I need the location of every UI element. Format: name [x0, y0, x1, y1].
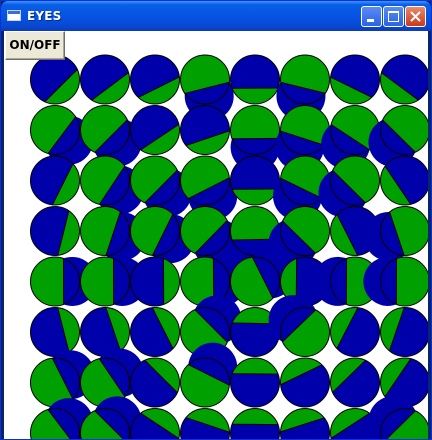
minimize-icon [367, 19, 374, 22]
eye [380, 307, 428, 357]
eye [130, 307, 180, 357]
eye [230, 155, 280, 206]
window-title: EYES [27, 9, 62, 23]
eye [363, 256, 428, 307]
eye [330, 307, 380, 357]
on-off-button[interactable]: ON/OFF [5, 31, 65, 60]
eye [330, 357, 380, 408]
eyes-canvas-area[interactable]: ON/OFF [4, 31, 428, 439]
eye [130, 54, 180, 105]
eye [280, 357, 330, 408]
eye [230, 408, 280, 439]
eye [180, 342, 238, 408]
eyes-grid [30, 54, 428, 439]
app-window: EYES ON/OFF [0, 0, 432, 440]
eye [130, 357, 180, 408]
title-bar[interactable]: EYES [1, 1, 431, 31]
close-icon [410, 11, 421, 22]
eye [330, 54, 380, 105]
eye [230, 54, 280, 105]
eye [30, 54, 80, 105]
eye [180, 105, 230, 155]
eye [130, 105, 180, 155]
eye [30, 206, 80, 256]
maximize-icon [388, 11, 399, 22]
eye [130, 256, 180, 307]
eye [280, 408, 330, 439]
eye [180, 408, 230, 439]
eye [30, 307, 80, 357]
minimize-button[interactable] [361, 6, 382, 27]
close-button[interactable] [405, 6, 426, 27]
eye [80, 54, 130, 105]
eye [380, 155, 428, 206]
eye [268, 295, 330, 357]
maximize-button[interactable] [383, 6, 404, 27]
eye [380, 54, 428, 105]
app-window-icon [7, 10, 21, 21]
eye [230, 357, 280, 408]
eye [30, 155, 80, 206]
